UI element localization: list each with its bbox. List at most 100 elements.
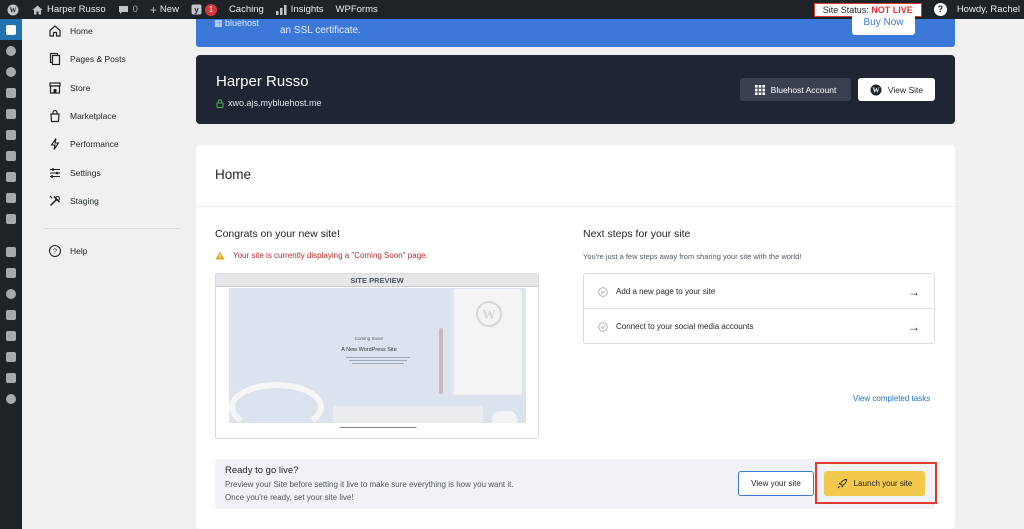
congrats-heading: Congrats on your new site!	[215, 228, 340, 240]
menu-pages-icon[interactable]	[0, 124, 22, 145]
svg-text:W: W	[872, 86, 879, 94]
menu-bluehost-icon[interactable]	[0, 19, 22, 40]
preview-text-line	[349, 360, 407, 361]
view-your-site-button[interactable]: View your site	[738, 471, 814, 496]
view-site-button[interactable]: W View Site	[858, 78, 935, 101]
nav-item-home[interactable]: Home	[47, 21, 93, 41]
coming-soon-warning-text: Your site is currently displaying a "Com…	[233, 251, 428, 260]
keyboard-graphic	[333, 406, 483, 423]
nav-item-pages-posts[interactable]: Pages & Posts	[47, 49, 126, 69]
nav-item-settings[interactable]: Settings	[47, 163, 101, 183]
site-url[interactable]: xwo.ajs.mybluehost.me	[216, 98, 322, 108]
bluehost-nav: Home Pages & Posts Store Marketplace Per…	[22, 19, 190, 529]
new-label: New	[159, 4, 179, 15]
pages-icon	[47, 51, 63, 67]
svg-text:W: W	[482, 308, 496, 323]
store-icon	[47, 80, 63, 96]
wordpress-logo-graphic: W	[476, 301, 502, 327]
sliders-icon	[47, 165, 63, 181]
new-content-menu[interactable]: + New	[144, 0, 185, 19]
insights-menu[interactable]: Insights	[270, 0, 330, 19]
help-icon[interactable]: ?	[933, 3, 947, 16]
next-steps-heading: Next steps for your site	[583, 228, 691, 240]
launch-your-site-button[interactable]: Launch your site	[824, 471, 925, 496]
nav-item-performance[interactable]: Performance	[47, 134, 119, 154]
bar-chart-icon	[275, 4, 287, 15]
buy-now-button[interactable]: Buy Now	[852, 14, 915, 35]
help-circle-icon: ?	[47, 243, 63, 259]
nav-label-home: Home	[70, 26, 93, 36]
nav-label-staging: Staging	[70, 196, 99, 206]
launch-your-site-label: Launch your site	[853, 479, 913, 488]
site-status-value: NOT LIVE	[871, 4, 913, 15]
menu-collapse-icon[interactable]	[0, 388, 22, 409]
site-preview[interactable]: SITE PREVIEW W Coming Soon! A New WordPr…	[215, 273, 539, 439]
menu-settings-icon[interactable]	[0, 325, 22, 346]
wpforms-label: WPForms	[335, 4, 378, 15]
wordpress-icon: W	[870, 84, 882, 95]
menu-dashboard-icon[interactable]	[0, 40, 22, 61]
menu-wpforms-icon[interactable]	[0, 208, 22, 229]
caching-menu[interactable]: Caching	[223, 0, 270, 19]
preview-text-line	[352, 363, 404, 364]
comment-icon	[118, 5, 128, 14]
view-site-label: View Site	[887, 84, 924, 95]
check-circle-icon	[598, 286, 608, 297]
menu-jetpack-icon[interactable]	[0, 61, 22, 82]
site-name-menu[interactable]: Harper Russo	[26, 0, 112, 19]
menu-tools-icon[interactable]	[0, 304, 22, 325]
svg-text:y: y	[194, 6, 199, 15]
menu-media-icon[interactable]	[0, 103, 22, 124]
menu-yoast-icon[interactable]	[0, 346, 22, 367]
go-live-line-2: Once you're ready, set your site live!	[225, 492, 354, 502]
pen-graphic	[439, 328, 443, 394]
task-add-page[interactable]: Add a new page to your site →	[584, 274, 934, 309]
menu-creative-mail-icon[interactable]	[0, 187, 22, 208]
preview-footer-line: ▬▬▬▬▬▬▬▬▬▬▬▬▬▬▬▬▬▬▬▬▬▬	[339, 425, 417, 429]
nav-item-staging[interactable]: Staging	[47, 191, 99, 211]
menu-plugins-icon[interactable]	[0, 262, 22, 283]
page-title: Home	[215, 167, 252, 182]
menu-appearance-icon[interactable]	[0, 241, 22, 262]
arrow-right-icon: →	[908, 319, 920, 334]
my-account-menu[interactable]: Howdy, Rachel	[957, 0, 1024, 19]
nav-item-marketplace[interactable]: Marketplace	[47, 106, 116, 126]
yoast-menu[interactable]: y 1	[185, 0, 223, 19]
menu-users-icon[interactable]	[0, 283, 22, 304]
bolt-icon	[47, 136, 63, 152]
site-preview-image: W Coming Soon! A New WordPress Site	[229, 288, 526, 432]
bluehost-account-button[interactable]: Bluehost Account	[740, 78, 851, 101]
nav-label-pages-posts: Pages & Posts	[70, 54, 126, 64]
yoast-icon: y	[191, 4, 202, 15]
nav-item-store[interactable]: Store	[47, 78, 90, 98]
nav-label-marketplace: Marketplace	[70, 111, 117, 121]
wordpress-icon: W	[7, 4, 19, 15]
site-name-label: Harper Russo	[47, 4, 106, 15]
bluehost-grid-icon: ▦	[214, 18, 226, 28]
plus-icon: +	[149, 2, 157, 17]
comments-menu[interactable]: 0	[112, 0, 144, 19]
site-status-label: Site Status:	[822, 4, 869, 15]
svg-text:W: W	[10, 6, 17, 14]
preview-text-line	[346, 357, 410, 358]
preview-heading-text: A New WordPress Site	[341, 347, 397, 353]
menu-posts-icon[interactable]	[0, 82, 22, 103]
arrow-right-icon: →	[908, 284, 920, 299]
nav-divider	[44, 228, 180, 229]
wpforms-menu[interactable]: WPForms	[330, 0, 384, 19]
go-live-line-1: Preview your Site before setting it live…	[225, 480, 514, 489]
yoast-notification-badge: 1	[204, 3, 217, 16]
wordpress-logo-menu[interactable]: W	[0, 0, 26, 19]
wp-admin-menu	[0, 19, 22, 529]
view-completed-tasks-link[interactable]: View completed tasks	[853, 394, 930, 403]
task-label: Connect to your social media accounts	[616, 322, 754, 331]
menu-comments-icon[interactable]	[0, 145, 22, 166]
menu-forms-icon[interactable]	[0, 166, 22, 187]
svg-text:?: ?	[53, 247, 57, 256]
howdy-label: Howdy, Rachel	[956, 4, 1020, 15]
home-icon	[32, 5, 43, 14]
task-connect-social[interactable]: Connect to your social media accounts →	[584, 309, 934, 344]
menu-insights-icon[interactable]	[0, 367, 22, 388]
card-divider	[196, 206, 955, 207]
nav-item-help[interactable]: ? Help	[47, 241, 87, 261]
